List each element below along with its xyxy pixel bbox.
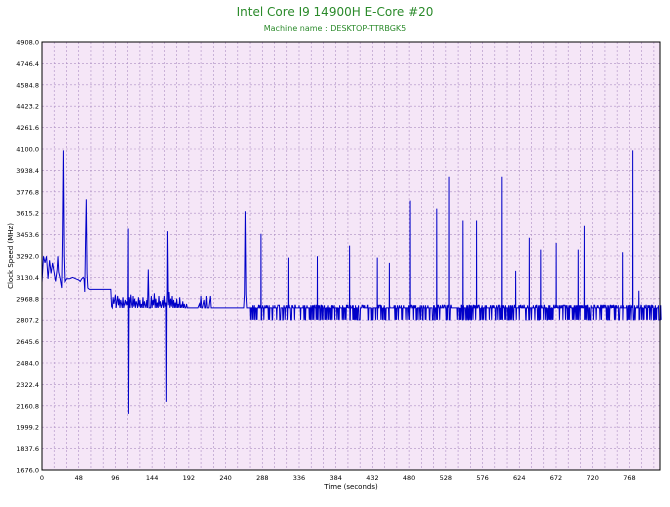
chart-root: Intel Core I9 14900H E-Core #20 Machine … [0, 0, 670, 503]
x-tick-label: 720 [586, 474, 598, 482]
x-tick-label: 96 [111, 474, 119, 482]
x-tick-label: 336 [293, 474, 305, 482]
y-tick-label: 2160.8 [16, 402, 39, 410]
y-tick-label: 4584.8 [16, 81, 39, 89]
y-tick-label: 1676.0 [16, 467, 39, 475]
y-tick-label: 4908.0 [16, 39, 39, 47]
y-tick-label: 2645.6 [16, 338, 39, 346]
y-tick-label: 2322.4 [16, 381, 39, 389]
y-tick-labels: 1676.0 1837.6 1999.2 2160.8 2322.4 2484.0 2645… [16, 39, 39, 475]
y-axis-label: Clock Speed (MHz) [7, 223, 15, 289]
y-tick-label: 4100.0 [16, 146, 39, 154]
y-tick-label: 4261.6 [16, 124, 39, 132]
x-tick-labels: 0 48 96 144 192 240 288 336 384 432 480 528 576 624 67… [40, 474, 636, 482]
clock-speed-chart: Intel Core I9 14900H E-Core #20 Machine … [7, 5, 662, 491]
x-tick-label: 432 [366, 474, 378, 482]
y-tick-label: 3776.8 [16, 188, 39, 196]
y-tick-label: 3130.4 [16, 274, 39, 282]
x-tick-label: 480 [403, 474, 415, 482]
y-tick-label: 1837.6 [16, 445, 39, 453]
x-tick-label: 240 [219, 474, 231, 482]
x-tick-label: 288 [256, 474, 268, 482]
x-tick-label: 0 [40, 474, 44, 482]
chart-title: Intel Core I9 14900H E-Core #20 [237, 5, 434, 19]
x-tick-label: 528 [440, 474, 452, 482]
y-tick-label: 2968.8 [16, 295, 39, 303]
x-tick-label: 48 [75, 474, 83, 482]
x-tick-label: 384 [329, 474, 341, 482]
y-tick-label: 2807.2 [16, 317, 39, 325]
chart-subtitle: Machine name : DESKTOP-TTRBGK5 [264, 24, 406, 33]
y-tick-label: 1999.2 [16, 424, 39, 432]
x-tick-label: 768 [623, 474, 635, 482]
x-tick-label: 144 [146, 474, 158, 482]
y-tick-label: 3615.2 [16, 210, 39, 218]
y-tick-label: 3453.6 [16, 231, 39, 239]
y-tick-label: 3938.4 [16, 167, 39, 175]
y-tick-label: 4423.2 [16, 103, 39, 111]
x-tick-label: 672 [550, 474, 562, 482]
x-tick-label: 576 [476, 474, 488, 482]
y-tick-label: 3292.0 [16, 253, 39, 261]
y-tick-label: 2484.0 [16, 360, 39, 368]
y-tick-label: 4746.4 [16, 60, 39, 68]
x-tick-label: 192 [183, 474, 195, 482]
x-tick-label: 624 [513, 474, 525, 482]
x-axis-label: Time (seconds) [323, 483, 378, 491]
